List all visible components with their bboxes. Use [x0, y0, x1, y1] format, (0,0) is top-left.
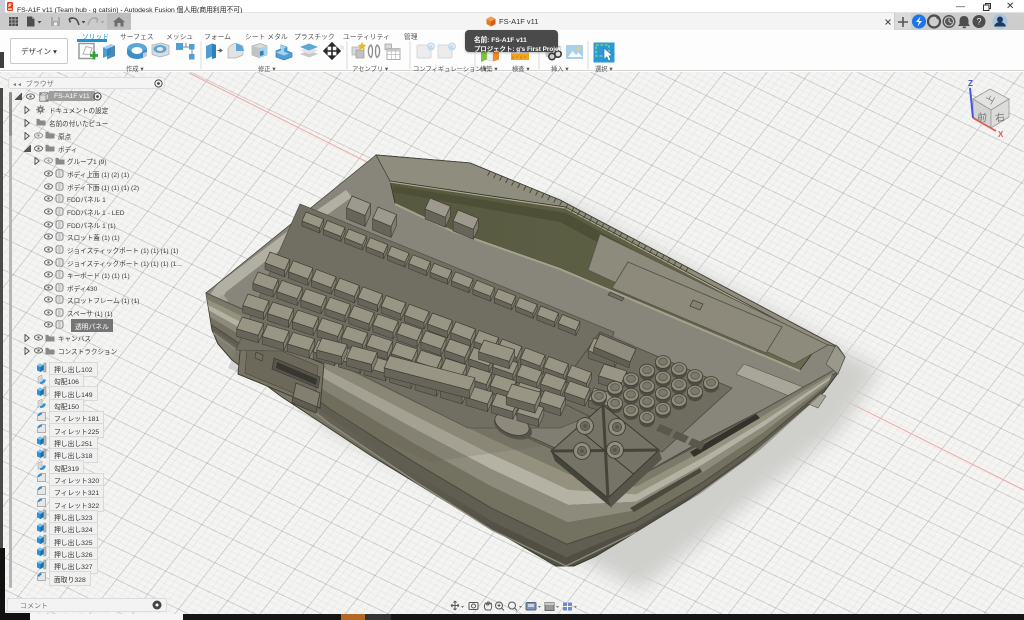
svg-text:X: X — [998, 130, 1004, 139]
svg-text:Z: Z — [968, 79, 973, 88]
